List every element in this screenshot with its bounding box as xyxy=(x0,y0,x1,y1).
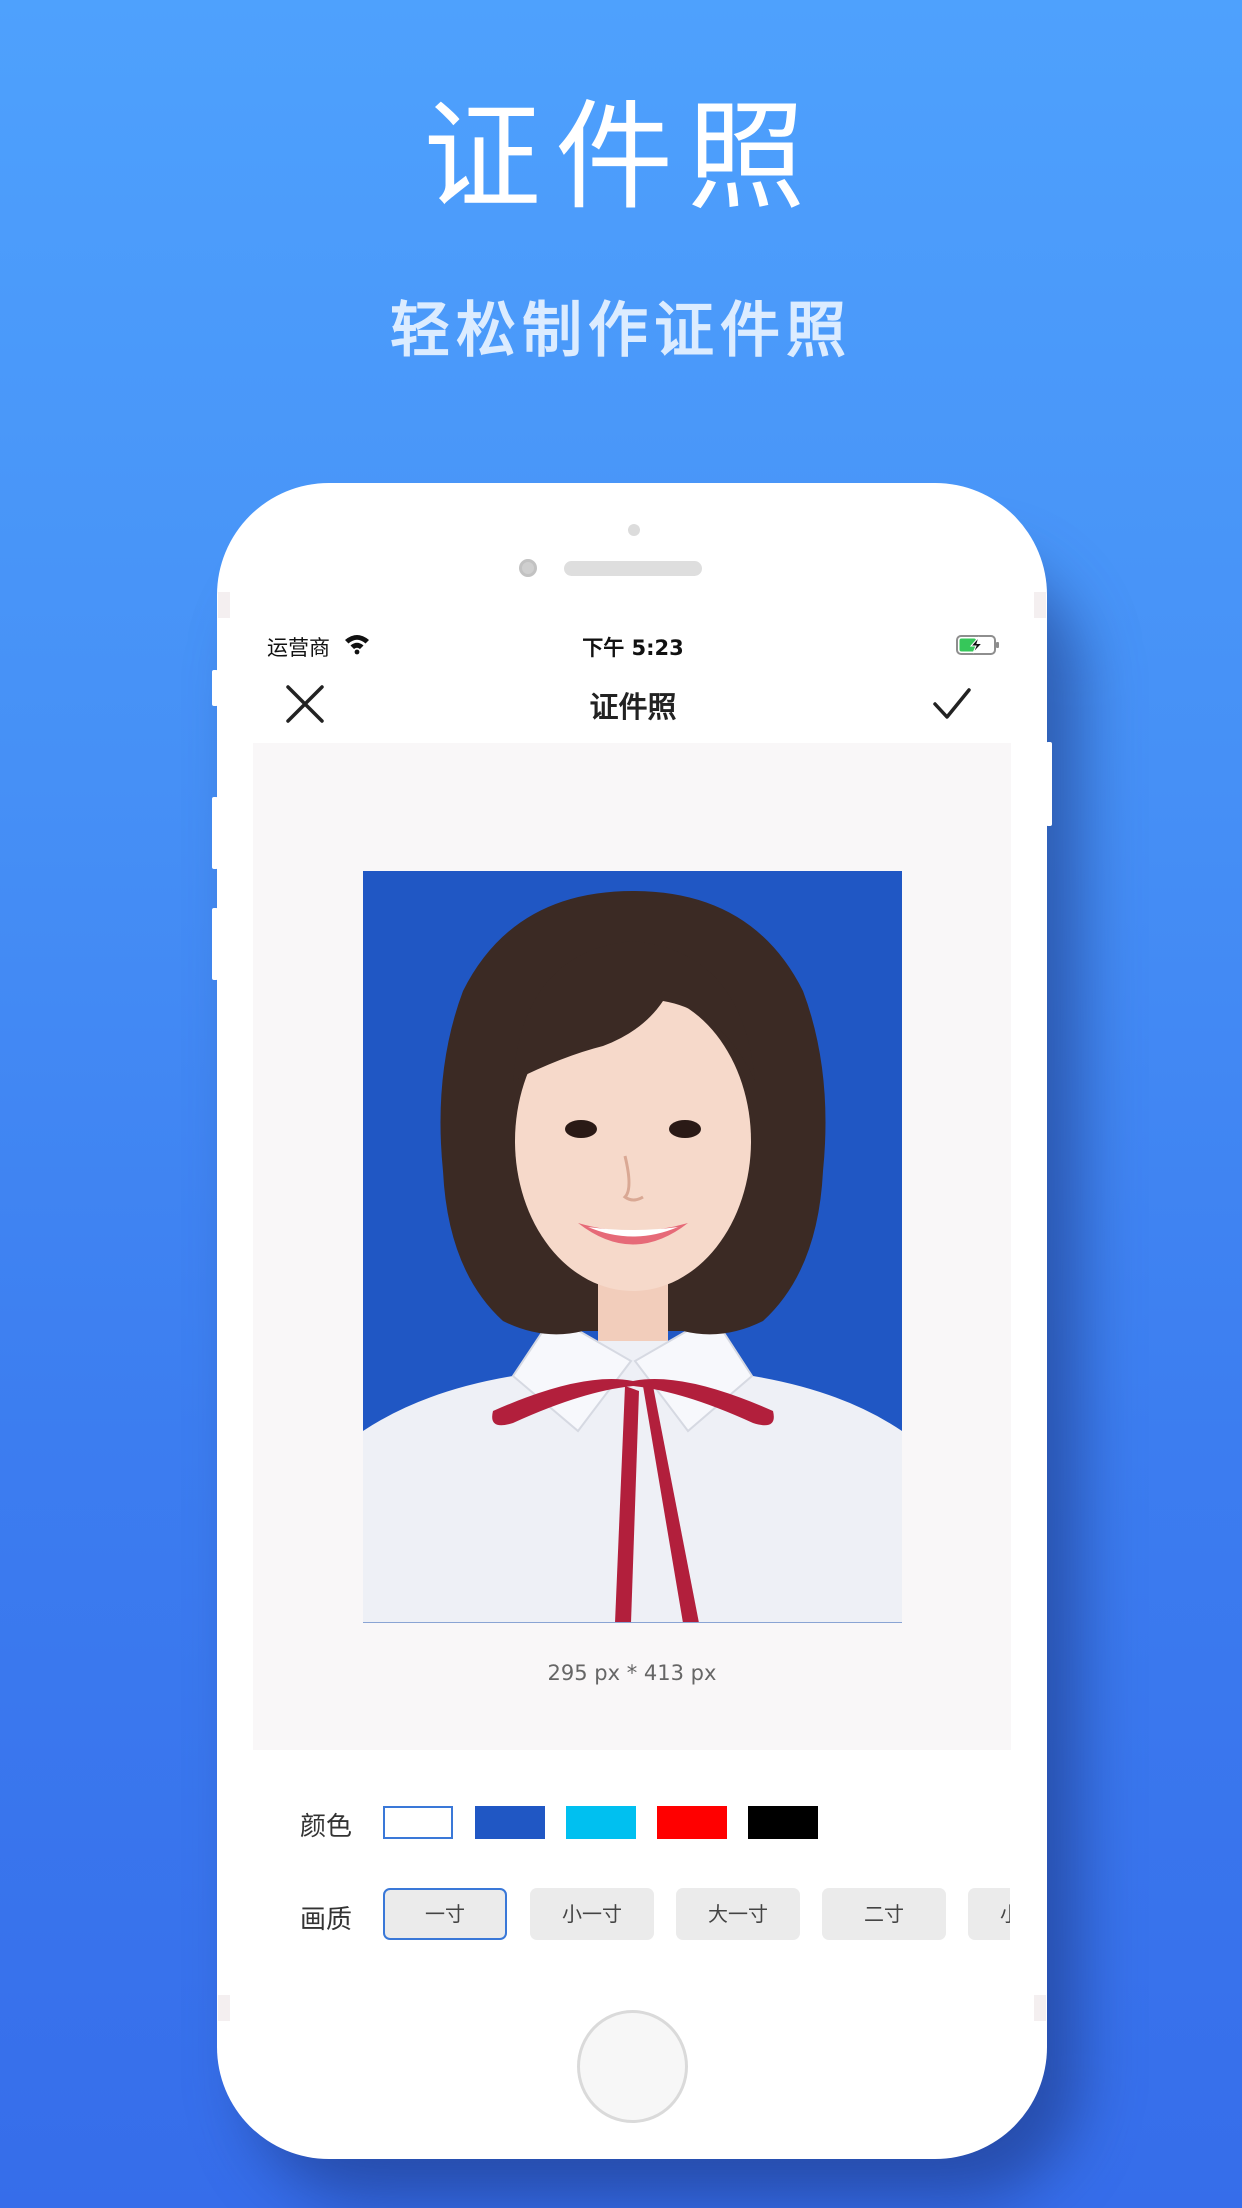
size-option-button[interactable]: 小二寸 xyxy=(968,1888,1010,1940)
checkmark-icon xyxy=(933,688,971,719)
color-label: 颜色 xyxy=(300,1812,353,1842)
home-button[interactable] xyxy=(577,2010,688,2123)
battery-charging-icon xyxy=(956,634,1000,656)
color-swatch-blue[interactable] xyxy=(475,1806,545,1839)
size-option-button[interactable]: 大一寸 xyxy=(676,1888,800,1940)
screen-edge xyxy=(1034,592,1046,618)
photo-size-label: 295 px * 413 px xyxy=(547,1661,717,1685)
size-option-button[interactable]: 一寸 xyxy=(383,1888,507,1940)
status-bar: 运营商 下午 5:23 xyxy=(253,630,1013,664)
confirm-button[interactable] xyxy=(932,686,972,722)
size-option-row[interactable]: 一寸小一寸大一寸二寸小二寸 xyxy=(383,1886,1010,1944)
screen-edge xyxy=(1034,1995,1046,2021)
page-title: 证件照 xyxy=(589,690,677,724)
photo-preview-area: 295 px * 413 px xyxy=(253,743,1011,1750)
screen-edge xyxy=(218,592,230,618)
eye-right xyxy=(669,1120,701,1138)
front-camera-icon xyxy=(519,559,537,577)
nav-bar: 证件照 xyxy=(253,676,1013,732)
earpiece-speaker xyxy=(564,561,702,576)
status-time: 下午 5:23 xyxy=(582,636,684,660)
proximity-sensor xyxy=(628,524,640,536)
eye-left xyxy=(565,1120,597,1138)
id-photo xyxy=(363,871,902,1623)
size-option-button[interactable]: 二寸 xyxy=(822,1888,946,1940)
color-swatch-black[interactable] xyxy=(748,1806,818,1839)
color-swatch-white[interactable] xyxy=(383,1806,453,1839)
screen-edge xyxy=(218,1995,230,2021)
promo-subtitle: 轻松制作证件照 xyxy=(390,296,852,366)
promo-title: 证件照 xyxy=(422,88,819,226)
quality-label: 画质 xyxy=(300,1905,353,1935)
size-option-button[interactable]: 小一寸 xyxy=(530,1888,654,1940)
color-swatch-red[interactable] xyxy=(657,1806,727,1839)
color-swatch-cyan[interactable] xyxy=(566,1806,636,1839)
